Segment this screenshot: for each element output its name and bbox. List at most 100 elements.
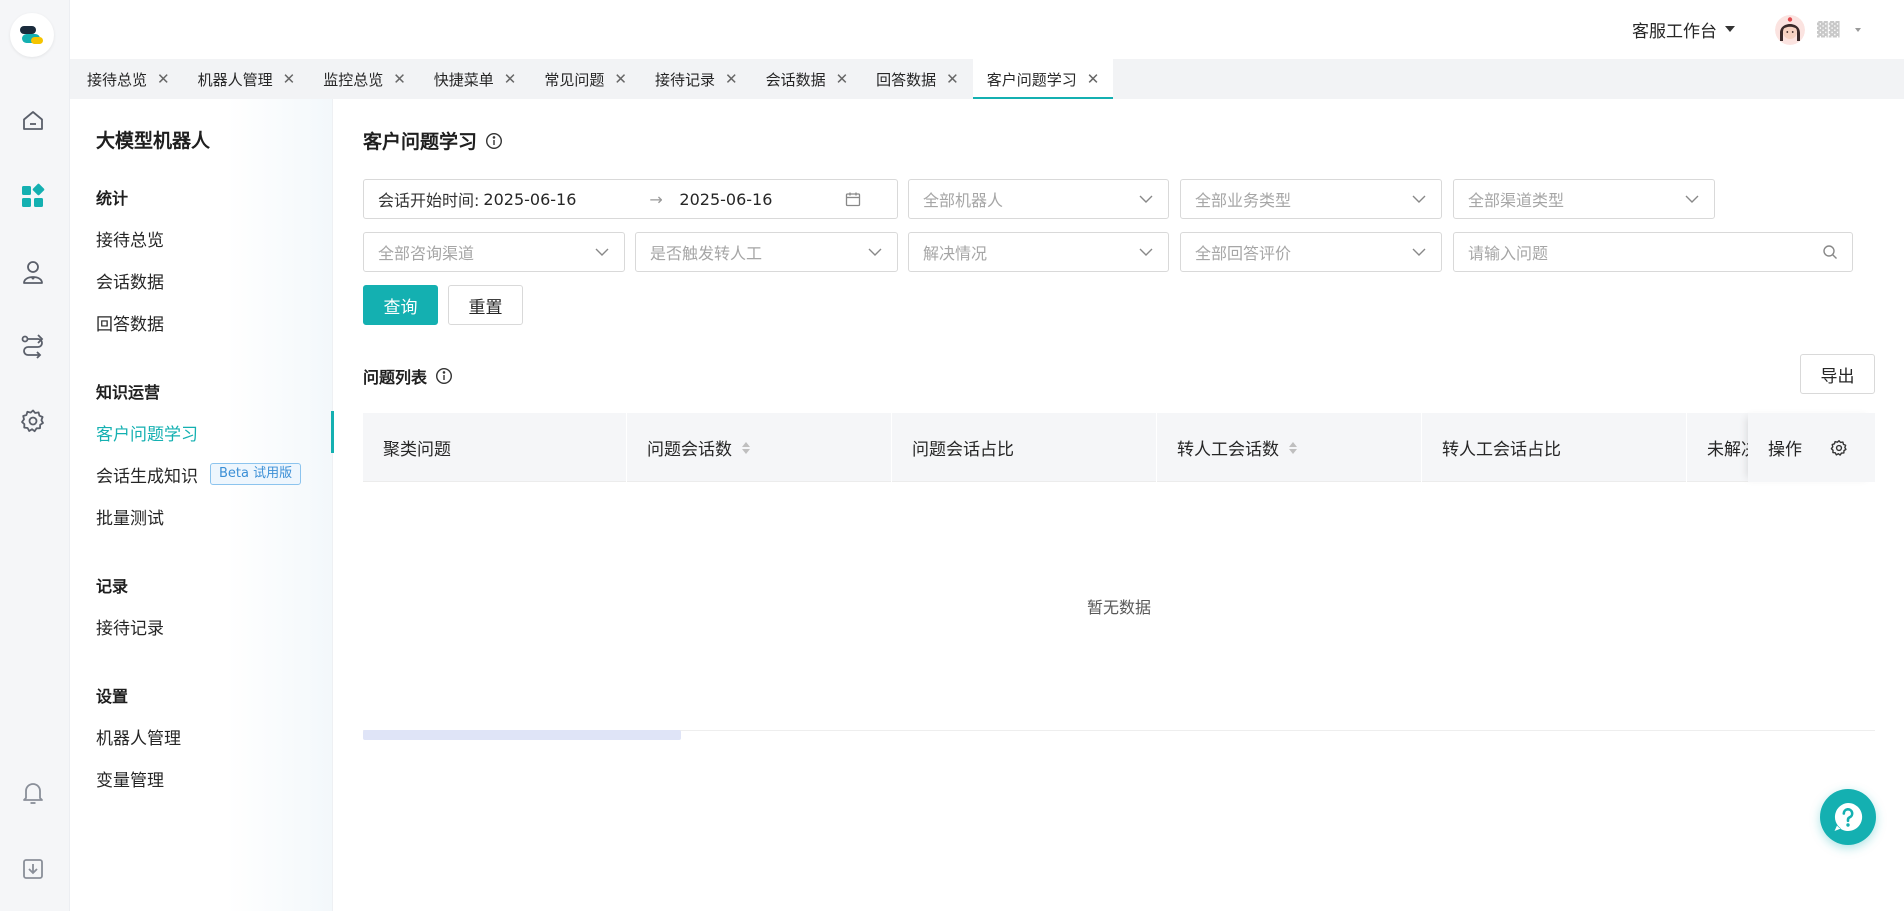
info-icon[interactable] <box>435 367 453 385</box>
business-type-select[interactable]: 全部业务类型 <box>1180 179 1442 219</box>
close-icon[interactable]: ✕ <box>157 71 170 87</box>
channel-type-placeholder: 全部渠道类型 <box>1468 191 1565 210</box>
business-type-placeholder: 全部业务类型 <box>1195 191 1292 210</box>
tab-label: 接待记录 <box>654 70 715 89</box>
transfer-human-placeholder: 是否触发转人工 <box>650 244 763 263</box>
bell-icon[interactable] <box>17 777 49 809</box>
resolution-select[interactable]: 解决情况 <box>908 232 1169 272</box>
sidebar-item-batch-test[interactable]: 批量测试 <box>70 495 333 537</box>
page-title: 客户问题学习 <box>363 127 503 154</box>
info-icon[interactable] <box>485 132 503 150</box>
close-icon[interactable]: ✕ <box>1087 71 1100 87</box>
sidebar-item-reception-records[interactable]: 接待记录 <box>70 605 333 647</box>
answer-rating-placeholder: 全部回答评价 <box>1195 244 1292 263</box>
app-logo-icon[interactable] <box>10 13 54 57</box>
caret-down-icon <box>1725 26 1735 32</box>
tab-session-data[interactable]: 会话数据 ✕ <box>752 59 863 99</box>
channel-type-select[interactable]: 全部渠道类型 <box>1453 179 1715 219</box>
calendar-icon[interactable] <box>845 191 861 207</box>
sort-icon[interactable] <box>742 441 750 454</box>
date-range-picker[interactable]: 会话开始时间: 2025-06-16 → 2025-06-16 <box>363 179 898 219</box>
chevron-down-icon <box>594 244 610 260</box>
robot-select[interactable]: 全部机器人 <box>908 179 1169 219</box>
date-range-label: 会话开始时间: <box>378 191 480 210</box>
date-range-arrow: → <box>649 189 663 209</box>
sidebar-group-statistics: 统计 <box>96 189 129 208</box>
tab-monitoring-overview[interactable]: 监控总览 ✕ <box>309 59 420 99</box>
close-icon[interactable]: ✕ <box>614 71 627 87</box>
flow-icon[interactable] <box>17 331 49 363</box>
user-menu-caret-icon <box>1854 28 1861 32</box>
tab-label: 客户问题学习 <box>986 70 1077 89</box>
robot-select-placeholder: 全部机器人 <box>923 191 1004 210</box>
sidebar-item-label: 回答数据 <box>96 314 164 335</box>
tab-label: 会话数据 <box>765 70 826 89</box>
column-settings-gear-icon[interactable] <box>1830 439 1848 457</box>
tab-label: 常见问题 <box>544 70 605 89</box>
answer-rating-select[interactable]: 全部回答评价 <box>1180 232 1442 272</box>
sidebar-item-label: 机器人管理 <box>96 728 181 749</box>
dashboard-icon[interactable] <box>17 180 49 212</box>
column-transfer-session-ratio: 转人工会话占比 <box>1422 413 1687 482</box>
help-chat-button[interactable] <box>1820 789 1876 845</box>
sidebar-item-answer-data[interactable]: 回答数据 <box>70 301 333 343</box>
column-question-session-count[interactable]: 问题会话数 <box>627 413 892 482</box>
column-label: 聚类问题 <box>383 440 451 460</box>
sidebar-item-customer-question-learning[interactable]: 客户问题学习 <box>70 411 334 453</box>
query-button[interactable]: 查询 <box>363 285 438 325</box>
sort-icon[interactable] <box>1289 441 1297 454</box>
sidebar-item-label: 会话数据 <box>96 272 164 293</box>
sidebar-item-reception-overview[interactable]: 接待总览 <box>70 217 333 259</box>
consult-channel-select[interactable]: 全部咨询渠道 <box>363 232 625 272</box>
tab-label: 回答数据 <box>876 70 937 89</box>
close-icon[interactable]: ✕ <box>283 71 296 87</box>
download-icon[interactable] <box>17 853 49 885</box>
chevron-down-icon <box>867 244 883 260</box>
agent-icon[interactable] <box>17 256 49 288</box>
chevron-down-icon <box>1684 191 1700 207</box>
sidebar-item-variable-management[interactable]: 变量管理 <box>70 757 333 799</box>
user-menu[interactable]: ▓▓ <box>1775 14 1863 46</box>
home-icon[interactable] <box>17 105 49 137</box>
workspace-label: 客服工作台 <box>1632 21 1717 42</box>
column-label: 操作 <box>1768 440 1802 460</box>
close-icon[interactable]: ✕ <box>836 71 849 87</box>
tab-answer-data[interactable]: 回答数据 ✕ <box>862 59 973 99</box>
search-icon[interactable] <box>1822 244 1838 260</box>
question-search-input[interactable]: 请输入问题 <box>1453 232 1853 272</box>
table-header: 聚类问题 问题会话数 问题会话占比 转人工会话数 转人工会话占比 未解决 操作 <box>363 413 1875 482</box>
tab-quick-menu[interactable]: 快捷菜单 ✕ <box>420 59 531 99</box>
column-label: 转人工会话数 <box>1177 440 1279 460</box>
column-transfer-session-count[interactable]: 转人工会话数 <box>1157 413 1422 482</box>
export-button[interactable]: 导出 <box>1800 354 1875 394</box>
tab-label: 快捷菜单 <box>433 70 494 89</box>
close-icon[interactable]: ✕ <box>393 71 406 87</box>
workspace-switcher[interactable]: 客服工作台 <box>1632 17 1735 42</box>
date-end-value[interactable]: 2025-06-16 <box>679 190 845 209</box>
sidebar-item-robot-management[interactable]: 机器人管理 <box>70 715 333 757</box>
tab-label: 监控总览 <box>323 70 384 89</box>
horizontal-scrollbar[interactable] <box>363 730 681 740</box>
tab-robot-management[interactable]: 机器人管理 ✕ <box>184 59 310 99</box>
column-question-session-ratio: 问题会话占比 <box>892 413 1157 482</box>
tab-strip: 接待总览 ✕ 机器人管理 ✕ 监控总览 ✕ 快捷菜单 ✕ 常见问题 ✕ 接待记录… <box>70 59 1904 99</box>
tab-faq[interactable]: 常见问题 ✕ <box>530 59 641 99</box>
date-start-value[interactable]: 2025-06-16 <box>483 190 649 209</box>
sidebar-item-session-knowledge[interactable]: 会话生成知识 Beta 试用版 <box>70 453 333 495</box>
gear-icon[interactable] <box>17 405 49 437</box>
sidebar: 大模型机器人 统计 接待总览 会话数据 回答数据 知识运营 客户问题学习 会话生… <box>70 99 334 911</box>
tab-customer-question-learning[interactable]: 客户问题学习 ✕ <box>972 59 1114 99</box>
tab-reception-overview[interactable]: 接待总览 ✕ <box>73 59 184 99</box>
close-icon[interactable]: ✕ <box>946 71 959 87</box>
sidebar-item-session-data[interactable]: 会话数据 <box>70 259 333 301</box>
close-icon[interactable]: ✕ <box>725 71 738 87</box>
column-label: 转人工会话占比 <box>1442 440 1561 460</box>
avatar[interactable] <box>1775 15 1805 45</box>
list-title-text: 问题列表 <box>363 368 428 387</box>
transfer-human-select[interactable]: 是否触发转人工 <box>635 232 898 272</box>
icon-rail <box>0 0 70 911</box>
tab-reception-records[interactable]: 接待记录 ✕ <box>641 59 752 99</box>
close-icon[interactable]: ✕ <box>504 71 517 87</box>
consult-channel-placeholder: 全部咨询渠道 <box>378 244 475 263</box>
reset-button[interactable]: 重置 <box>448 285 523 325</box>
